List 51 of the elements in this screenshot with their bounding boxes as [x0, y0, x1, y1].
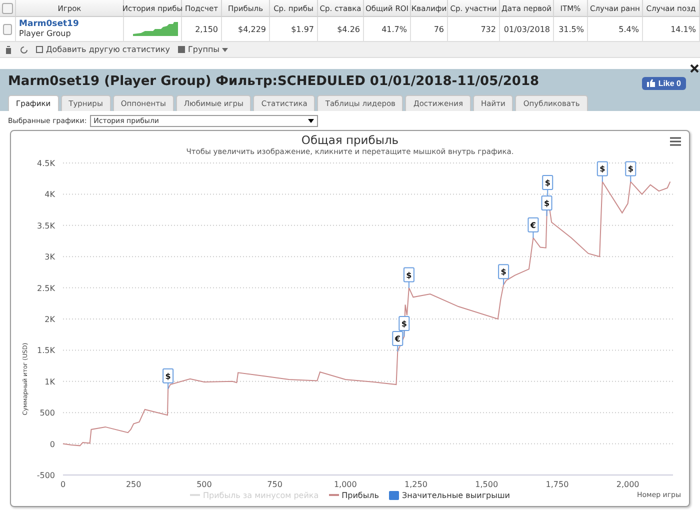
y-tick-label: 1.5K [37, 346, 55, 356]
panel-title: Marm0set19 (Player Group) Фильтр:SCHEDULED 01/01/2018-11/05/2018 [8, 74, 540, 91]
y-tick-label: 4.5K [37, 159, 55, 168]
y-tick-label: 0 [50, 440, 55, 449]
y-tick-label: 3.5K [37, 221, 55, 230]
x-tick-label: 1,750 [546, 480, 569, 489]
legend-label[interactable]: Значительные выигрыши [402, 490, 510, 500]
x-tick-label: 1,000 [334, 480, 357, 489]
y-tick-label: 2.5K [37, 284, 55, 293]
y-tick-label: 1K [44, 377, 55, 386]
dropdown-caret-icon [308, 119, 314, 123]
x-tick-label: 250 [126, 480, 142, 489]
profit-sparkline [133, 22, 178, 36]
y-tick-label: -500 [36, 471, 55, 480]
row-checkbox[interactable] [3, 24, 12, 34]
y-tick-label: 2K [44, 315, 55, 324]
x-tick-label: 500 [196, 480, 212, 489]
x-tick-label: 750 [267, 480, 282, 489]
chart-title: Общая прибыль [301, 132, 399, 147]
legend-square-icon [389, 490, 400, 500]
x-tick-label: 2,000 [616, 480, 640, 489]
annotation: $ [401, 319, 408, 328]
x-tick-label: 0 [60, 480, 66, 489]
x-tick-label: 1,250 [404, 480, 428, 489]
close-button[interactable] [690, 64, 699, 73]
annotation: $ [500, 268, 507, 277]
select-all-checkbox[interactable] [2, 2, 13, 14]
window-icon [36, 46, 43, 53]
groups-button[interactable]: Группы [178, 45, 228, 54]
annotation: $ [406, 270, 412, 280]
caret-icon [222, 48, 228, 52]
y-tick-label: 3K [44, 252, 55, 262]
annotation: € [529, 220, 536, 230]
x-tick-label: 1,500 [475, 480, 498, 489]
add-statistic-button[interactable]: Добавить другую статистику [36, 45, 170, 54]
y-tick-label: 4K [44, 190, 55, 200]
annotation: € [394, 334, 401, 344]
player-link[interactable]: Marm0set19 [19, 19, 79, 29]
annotation: $ [544, 199, 550, 208]
refresh-icon[interactable] [20, 46, 28, 54]
like-button[interactable]: Like 0 [642, 76, 686, 90]
y-tick-label: 500 [40, 408, 55, 418]
menu-icon[interactable] [670, 137, 681, 146]
thumbs-up-icon [647, 79, 656, 87]
legend-label[interactable]: Прибыль [342, 490, 380, 500]
trash-icon[interactable] [5, 46, 12, 54]
player-group: Player Group [19, 29, 79, 39]
annotation: $ [628, 164, 634, 174]
annotation: $ [165, 372, 172, 381]
annotation: $ [544, 178, 551, 188]
annotation: $ [600, 164, 606, 174]
